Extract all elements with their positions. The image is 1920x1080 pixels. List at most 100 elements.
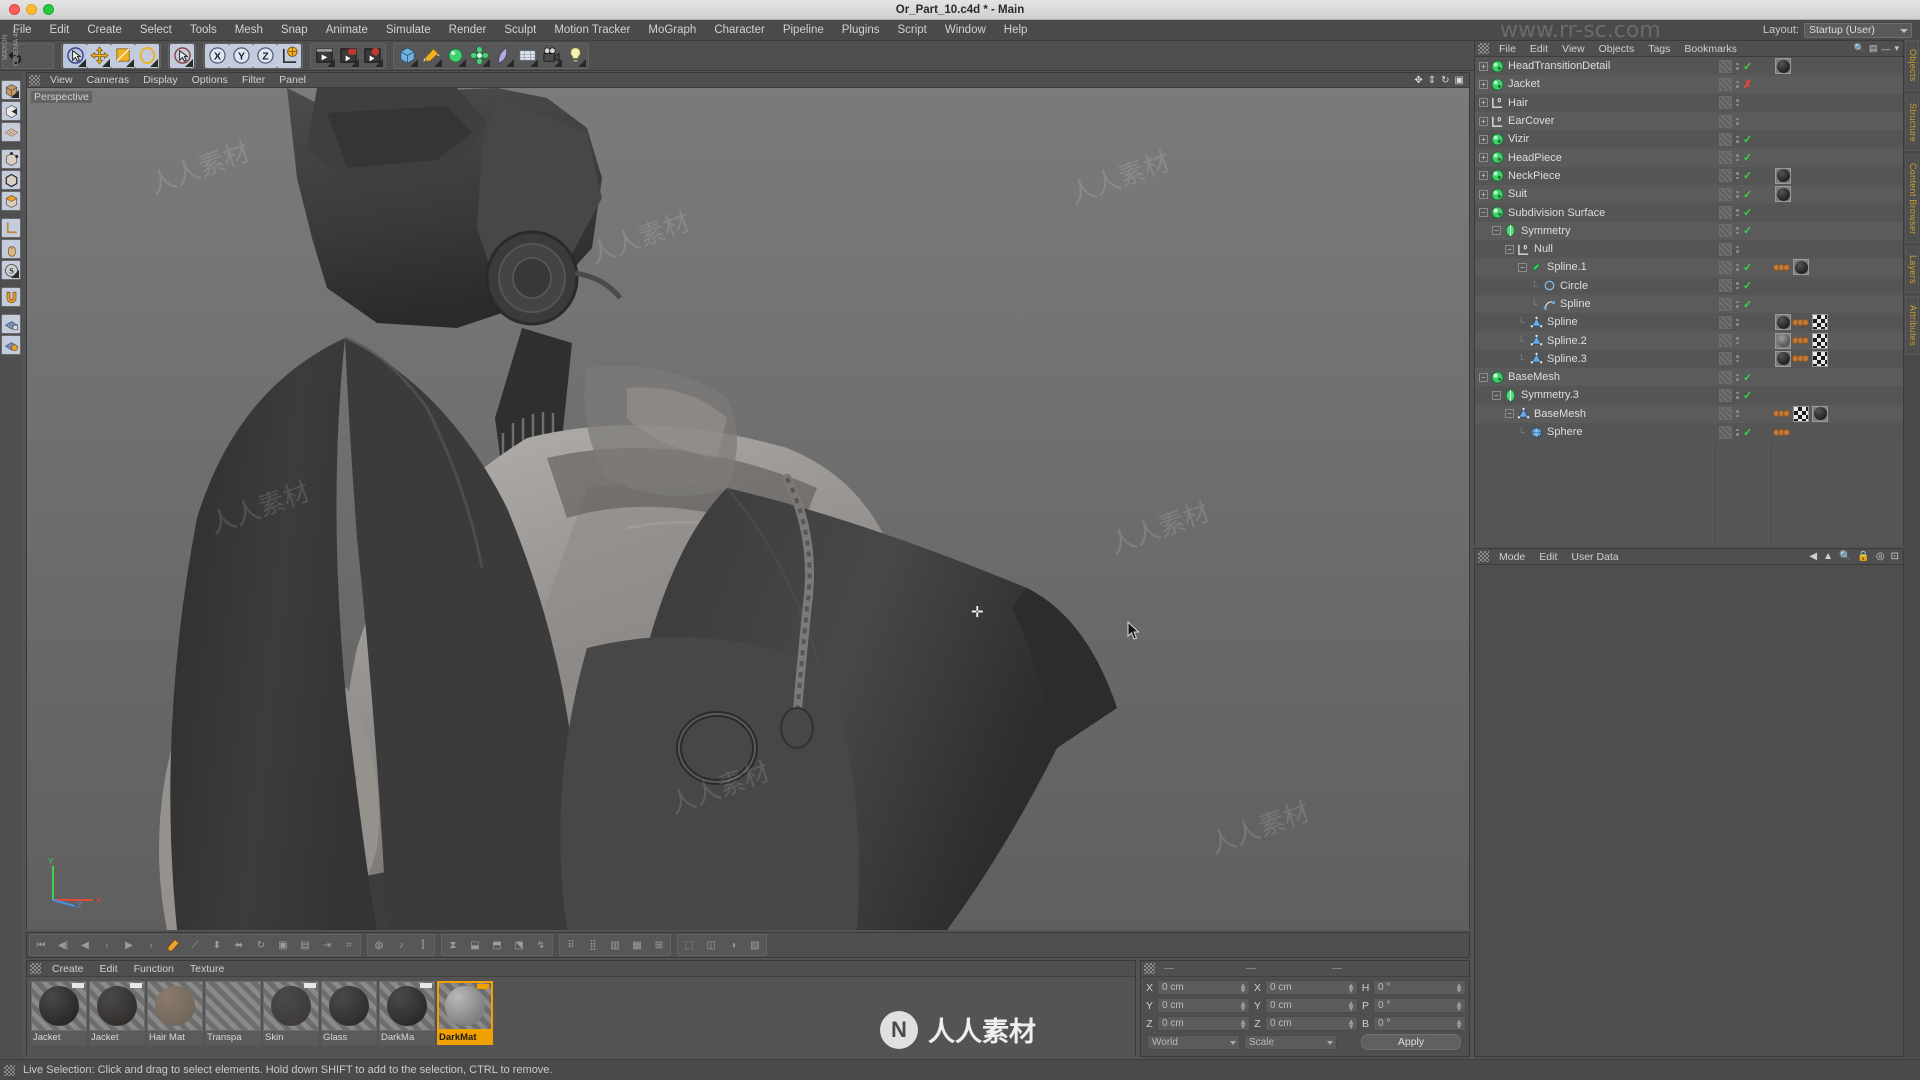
rotate-icon[interactable]: ↻ bbox=[1441, 75, 1449, 86]
selection-tag-icon[interactable] bbox=[1792, 318, 1809, 326]
size-y-input[interactable]: 0 cm ▲ ▼ bbox=[1265, 998, 1358, 1013]
layout-select[interactable]: Startup (User) bbox=[1804, 22, 1912, 38]
simulate-play-button[interactable]: ⧗ bbox=[442, 935, 464, 956]
tool-dropdown-indicator[interactable] bbox=[78, 58, 86, 67]
snap-quantize-button[interactable]: ▥ bbox=[604, 935, 626, 956]
expand-toggle-icon[interactable]: + bbox=[1479, 61, 1488, 71]
material-tag-icon[interactable] bbox=[1775, 58, 1791, 75]
visibility-dots-icon[interactable] bbox=[1736, 355, 1739, 363]
menu-sculpt[interactable]: Sculpt bbox=[495, 22, 545, 38]
disabled-cross-icon[interactable]: ✗ bbox=[1743, 78, 1752, 91]
material-tag-icon[interactable] bbox=[1775, 167, 1791, 184]
lock-y-axis-button[interactable]: Y bbox=[229, 43, 253, 68]
tool-dropdown-indicator[interactable] bbox=[375, 58, 383, 67]
tool-dropdown-indicator[interactable] bbox=[11, 90, 19, 98]
material-item[interactable]: Hair Mat bbox=[147, 981, 203, 1057]
close-icon[interactable]: ▾ bbox=[1894, 43, 1899, 54]
material-item[interactable]: Jacket bbox=[89, 981, 145, 1057]
object-layer-swatch[interactable] bbox=[1719, 260, 1732, 274]
enabled-check-icon[interactable]: ✓ bbox=[1743, 133, 1752, 146]
object-layer-swatch[interactable] bbox=[1719, 151, 1732, 165]
scale-tool-button[interactable] bbox=[111, 43, 135, 68]
menu-window[interactable]: Window bbox=[936, 22, 995, 38]
tool-dropdown-indicator[interactable] bbox=[554, 58, 562, 67]
material-preview[interactable] bbox=[263, 981, 319, 1031]
add-spline-button[interactable] bbox=[419, 44, 443, 68]
material-item[interactable]: DarkMa bbox=[379, 981, 435, 1057]
menu-script[interactable]: Script bbox=[888, 22, 935, 38]
object-layer-swatch[interactable] bbox=[1719, 388, 1732, 402]
object-row[interactable]: └ Spline.3 bbox=[1475, 349, 1903, 369]
vtab-attributes[interactable]: Attributes bbox=[1905, 296, 1919, 356]
lock-icon[interactable]: 🔒 bbox=[1857, 551, 1869, 562]
object-row[interactable]: + Vizir ✓ bbox=[1475, 130, 1903, 149]
spinner-icon[interactable]: ▲ ▼ bbox=[1347, 1000, 1355, 1013]
attribute-menu-mode[interactable]: Mode bbox=[1492, 551, 1532, 563]
object-layer-swatch[interactable] bbox=[1719, 242, 1732, 256]
rot-b-input[interactable]: 0 ° ▲ ▼ bbox=[1373, 1016, 1466, 1031]
material-tag-icon[interactable] bbox=[1775, 332, 1791, 349]
hatch-pattern-button[interactable]: ▨ bbox=[744, 935, 766, 956]
lock-z-axis-button[interactable]: Z bbox=[253, 43, 277, 68]
object-row[interactable]: − 0 Null bbox=[1475, 239, 1903, 259]
polygons-mode-button[interactable] bbox=[1, 191, 21, 211]
menu-motion-tracker[interactable]: Motion Tracker bbox=[545, 22, 639, 38]
object-layer-swatch[interactable] bbox=[1719, 206, 1732, 220]
keyframe-param-button[interactable]: ▣ bbox=[272, 935, 294, 956]
target-icon[interactable]: ◎ bbox=[1876, 551, 1885, 562]
material-item[interactable]: Skin bbox=[263, 981, 319, 1057]
object-row[interactable]: └ Sphere ✓ bbox=[1475, 422, 1903, 442]
pos-x-input[interactable]: 0 cm ▲ ▼ bbox=[1157, 980, 1250, 995]
object-row[interactable]: └ Circle ✓ bbox=[1475, 276, 1903, 295]
pan-icon[interactable]: ✥ bbox=[1414, 75, 1422, 86]
snap-enable-button[interactable]: ⠿ bbox=[560, 935, 582, 956]
go-to-previous-key-button[interactable]: ◀| bbox=[52, 935, 74, 956]
object-row[interactable]: − Symmetry.3 ✓ bbox=[1475, 386, 1903, 405]
magnet-tool-button[interactable] bbox=[1, 287, 21, 307]
visibility-dots-icon[interactable] bbox=[1736, 318, 1739, 326]
menu-snap[interactable]: Snap bbox=[272, 22, 317, 38]
enabled-check-icon[interactable]: ✓ bbox=[1743, 206, 1752, 219]
spinner-icon[interactable]: ▲ ▼ bbox=[1455, 1000, 1463, 1013]
add-scene-object-button[interactable] bbox=[491, 44, 515, 68]
visibility-dots-icon[interactable] bbox=[1736, 337, 1739, 345]
material-tag-icon[interactable] bbox=[1812, 405, 1828, 422]
material-tag-icon[interactable] bbox=[1775, 186, 1791, 203]
material-item[interactable]: Glass bbox=[321, 981, 377, 1057]
object-row[interactable]: + HeadPiece ✓ bbox=[1475, 148, 1903, 167]
coordinate-system-select[interactable]: World bbox=[1147, 1034, 1240, 1050]
material-item[interactable]: DarkMat bbox=[437, 981, 493, 1057]
object-layer-swatch[interactable] bbox=[1719, 169, 1732, 183]
material-tag-icon[interactable] bbox=[1793, 259, 1809, 276]
selection-tag-icon[interactable] bbox=[1792, 337, 1809, 345]
layout-chooser[interactable]: Layout: Startup (User) bbox=[1763, 22, 1920, 38]
vtab-content-browser[interactable]: Content Browser bbox=[1905, 153, 1919, 244]
spinner-icon[interactable]: ▲ ▼ bbox=[1455, 982, 1463, 995]
menu-mesh[interactable]: Mesh bbox=[226, 22, 272, 38]
edges-mode-button[interactable] bbox=[1, 170, 21, 190]
visibility-dots-icon[interactable] bbox=[1736, 190, 1739, 198]
object-layer-swatch[interactable] bbox=[1719, 334, 1732, 348]
keyframe-scale-button[interactable]: ⬌ bbox=[228, 935, 250, 956]
viewport-menu-view[interactable]: View bbox=[43, 74, 80, 86]
object-menu-objects[interactable]: Objects bbox=[1592, 43, 1642, 55]
tool-dropdown-indicator[interactable] bbox=[410, 58, 418, 67]
panel-grip-icon[interactable] bbox=[1478, 43, 1489, 54]
expand-toggle-icon[interactable]: − bbox=[1492, 390, 1501, 400]
minimize-icon[interactable]: — bbox=[1881, 44, 1890, 54]
point-level-animation-button[interactable]: ⇥ bbox=[316, 935, 338, 956]
object-row[interactable]: +0 Hair bbox=[1475, 93, 1903, 112]
enabled-check-icon[interactable]: ✓ bbox=[1743, 188, 1752, 201]
menu-plugins[interactable]: Plugins bbox=[833, 22, 889, 38]
visibility-dots-icon[interactable] bbox=[1736, 99, 1739, 107]
selection-filter-button[interactable] bbox=[170, 43, 194, 68]
material-item[interactable]: Transpa bbox=[205, 981, 261, 1057]
material-preview[interactable] bbox=[147, 981, 203, 1031]
visibility-dots-icon[interactable] bbox=[1736, 282, 1739, 290]
object-layer-swatch[interactable] bbox=[1719, 279, 1732, 293]
viewport-mouse-button[interactable] bbox=[1, 239, 21, 259]
spinner-icon[interactable]: ▲ ▼ bbox=[1347, 982, 1355, 995]
texture-tag-icon[interactable] bbox=[1812, 332, 1828, 349]
points-edit-mode-button[interactable] bbox=[1, 149, 21, 169]
rot-h-input[interactable]: 0 ° ▲ ▼ bbox=[1373, 980, 1466, 995]
